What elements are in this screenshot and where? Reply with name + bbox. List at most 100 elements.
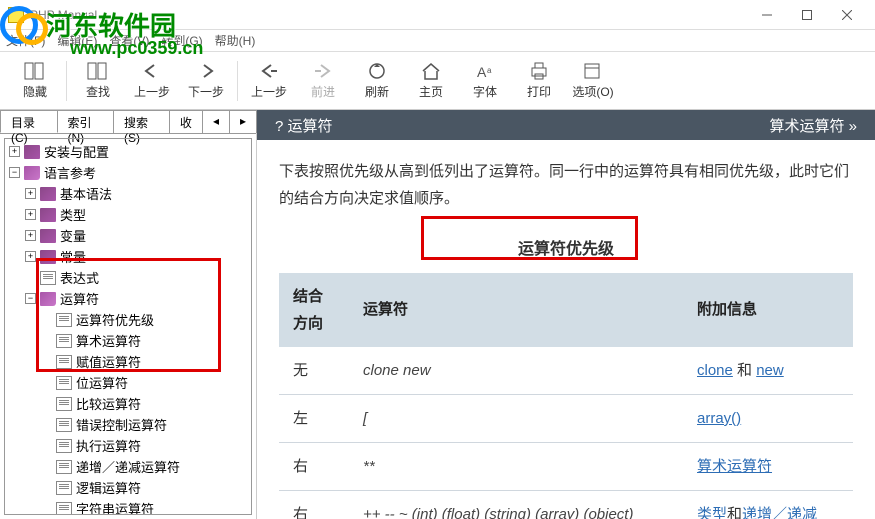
titlebar: PHP Manual (0, 0, 875, 30)
tree-item-errorctrl[interactable]: 错误控制运算符 (7, 414, 249, 435)
page-icon (56, 418, 72, 432)
menu-view[interactable]: 查看(V) (109, 32, 149, 49)
find-button[interactable]: 查找 (71, 55, 125, 107)
cell-assoc: 左 (279, 394, 349, 442)
info-link[interactable]: 类型 (697, 506, 727, 519)
table-row: 右++ -- ~ (int) (float) (string) (array) … (279, 490, 853, 519)
tree-item-install[interactable]: +安装与配置 (7, 141, 249, 162)
cell-info: 类型和递增／递减 (683, 490, 853, 519)
svg-text:a: a (487, 66, 492, 75)
tab-favorites[interactable]: 收 (169, 110, 203, 133)
cell-assoc: 无 (279, 347, 349, 395)
home-button[interactable]: 主页 (404, 55, 458, 107)
book-closed-icon (40, 208, 56, 222)
tree-item-comparison[interactable]: 比较运算符 (7, 393, 249, 414)
info-link[interactable]: clone (697, 362, 733, 379)
sidebar: 目录(C) 索引(N) 搜索(S) 收 ◂ ▸ +安装与配置 −语言参考 +基本… (0, 110, 257, 519)
book-closed-icon (40, 229, 56, 243)
book-closed-icon (40, 187, 56, 201)
tab-scroll-left[interactable]: ◂ (202, 110, 230, 133)
page-icon (56, 376, 72, 390)
table-row: 左[ array() (279, 394, 853, 442)
print-button[interactable]: 打印 (512, 55, 566, 107)
tree-item-string[interactable]: 字符串运算符 (7, 498, 249, 515)
page-icon (40, 271, 56, 285)
tree-item-variables[interactable]: +变量 (7, 225, 249, 246)
tree-item-execution[interactable]: 执行运算符 (7, 435, 249, 456)
tree-item-assignment[interactable]: 赋值运算符 (7, 351, 249, 372)
info-link[interactable]: new (756, 362, 784, 379)
tree-item-syntax[interactable]: +基本语法 (7, 183, 249, 204)
cell-info: array() (683, 394, 853, 442)
page-icon (56, 481, 72, 495)
breadcrumb-next[interactable]: 算术运算符 » (769, 115, 857, 136)
cell-operator: clone new (349, 347, 683, 395)
th-info: 附加信息 (683, 273, 853, 347)
info-link[interactable]: array() (697, 410, 741, 427)
cell-assoc: 右 (279, 442, 349, 490)
tree-item-expressions[interactable]: 表达式 (7, 267, 249, 288)
font-button[interactable]: Aa字体 (458, 55, 512, 107)
intro-text: 下表按照优先级从高到低列出了运算符。同一行中的运算符具有相同优先级，此时它们的结… (279, 158, 853, 212)
minimize-button[interactable] (747, 1, 787, 29)
table-row: 无clone newclone 和 new (279, 347, 853, 395)
book-open-icon (40, 292, 56, 306)
content-body[interactable]: 下表按照优先级从高到低列出了运算符。同一行中的运算符具有相同优先级，此时它们的结… (257, 140, 875, 519)
forward-button[interactable]: 下一步 (179, 55, 233, 107)
book-open-icon (24, 166, 40, 180)
page-icon (56, 439, 72, 453)
window-title: PHP Manual (30, 8, 747, 22)
maximize-button[interactable] (787, 1, 827, 29)
tab-index[interactable]: 索引(N) (57, 110, 115, 133)
th-operator: 运算符 (349, 273, 683, 347)
back-button[interactable]: 上一步 (125, 55, 179, 107)
tree-item-precedence[interactable]: 运算符优先级 (7, 309, 249, 330)
toolbar: 隐藏 查找 上一步 下一步 上一步 前进 刷新 主页 Aa字体 打印 选项(O) (0, 52, 875, 110)
tree-item-constants[interactable]: +常量 (7, 246, 249, 267)
info-link[interactable]: 递增／递减 (742, 506, 817, 519)
close-button[interactable] (827, 1, 867, 29)
info-link[interactable]: 算术运算符 (697, 458, 772, 475)
refresh-button[interactable]: 刷新 (350, 55, 404, 107)
svg-text:A: A (477, 64, 487, 80)
menubar: 文件(F) 编辑(E) 查看(V) 转到(G) 帮助(H) (0, 30, 875, 52)
tab-contents[interactable]: 目录(C) (0, 110, 58, 133)
cell-assoc: 右 (279, 490, 349, 519)
menu-help[interactable]: 帮助(H) (215, 32, 256, 49)
menu-goto[interactable]: 转到(G) (161, 32, 202, 49)
cell-info: 算术运算符 (683, 442, 853, 490)
tree-item-incdec[interactable]: 递增／递减运算符 (7, 456, 249, 477)
sidebar-tabs: 目录(C) 索引(N) 搜索(S) 收 ◂ ▸ (0, 110, 256, 134)
precedence-table: 结合方向 运算符 附加信息 无clone newclone 和 new左[arr… (279, 273, 853, 519)
table-row: 右** 算术运算符 (279, 442, 853, 490)
tab-scroll-right[interactable]: ▸ (229, 110, 257, 133)
page-icon (56, 334, 72, 348)
cell-operator: ++ -- ~ (int) (float) (string) (array) (… (349, 490, 683, 519)
page-icon (56, 460, 72, 474)
content-header: ? 运算符 算术运算符 » (257, 110, 875, 140)
breadcrumb-prev[interactable]: ? 运算符 (275, 115, 333, 136)
page-icon (56, 313, 72, 327)
page-icon (56, 397, 72, 411)
tab-search[interactable]: 搜索(S) (113, 110, 170, 133)
page-icon (56, 355, 72, 369)
th-assoc: 结合方向 (279, 273, 349, 347)
book-closed-icon (24, 145, 40, 159)
nav-tree[interactable]: +安装与配置 −语言参考 +基本语法 +类型 +变量 +常量 表达式 −运算符 … (4, 138, 252, 515)
cell-operator: ** (349, 442, 683, 490)
cell-operator: [ (349, 394, 683, 442)
tree-item-logical[interactable]: 逻辑运算符 (7, 477, 249, 498)
back2-button[interactable]: 上一步 (242, 55, 296, 107)
book-closed-icon (40, 250, 56, 264)
forward2-button: 前进 (296, 55, 350, 107)
hide-button[interactable]: 隐藏 (8, 55, 62, 107)
menu-edit[interactable]: 编辑(E) (57, 32, 97, 49)
options-button[interactable]: 选项(O) (566, 55, 620, 107)
tree-item-langref[interactable]: −语言参考 (7, 162, 249, 183)
cell-info: clone 和 new (683, 347, 853, 395)
content-pane: ? 运算符 算术运算符 » 下表按照优先级从高到低列出了运算符。同一行中的运算符… (257, 110, 875, 519)
tree-item-operators[interactable]: −运算符 (7, 288, 249, 309)
tree-item-arithmetic[interactable]: 算术运算符 (7, 330, 249, 351)
tree-item-types[interactable]: +类型 (7, 204, 249, 225)
tree-item-bitwise[interactable]: 位运算符 (7, 372, 249, 393)
